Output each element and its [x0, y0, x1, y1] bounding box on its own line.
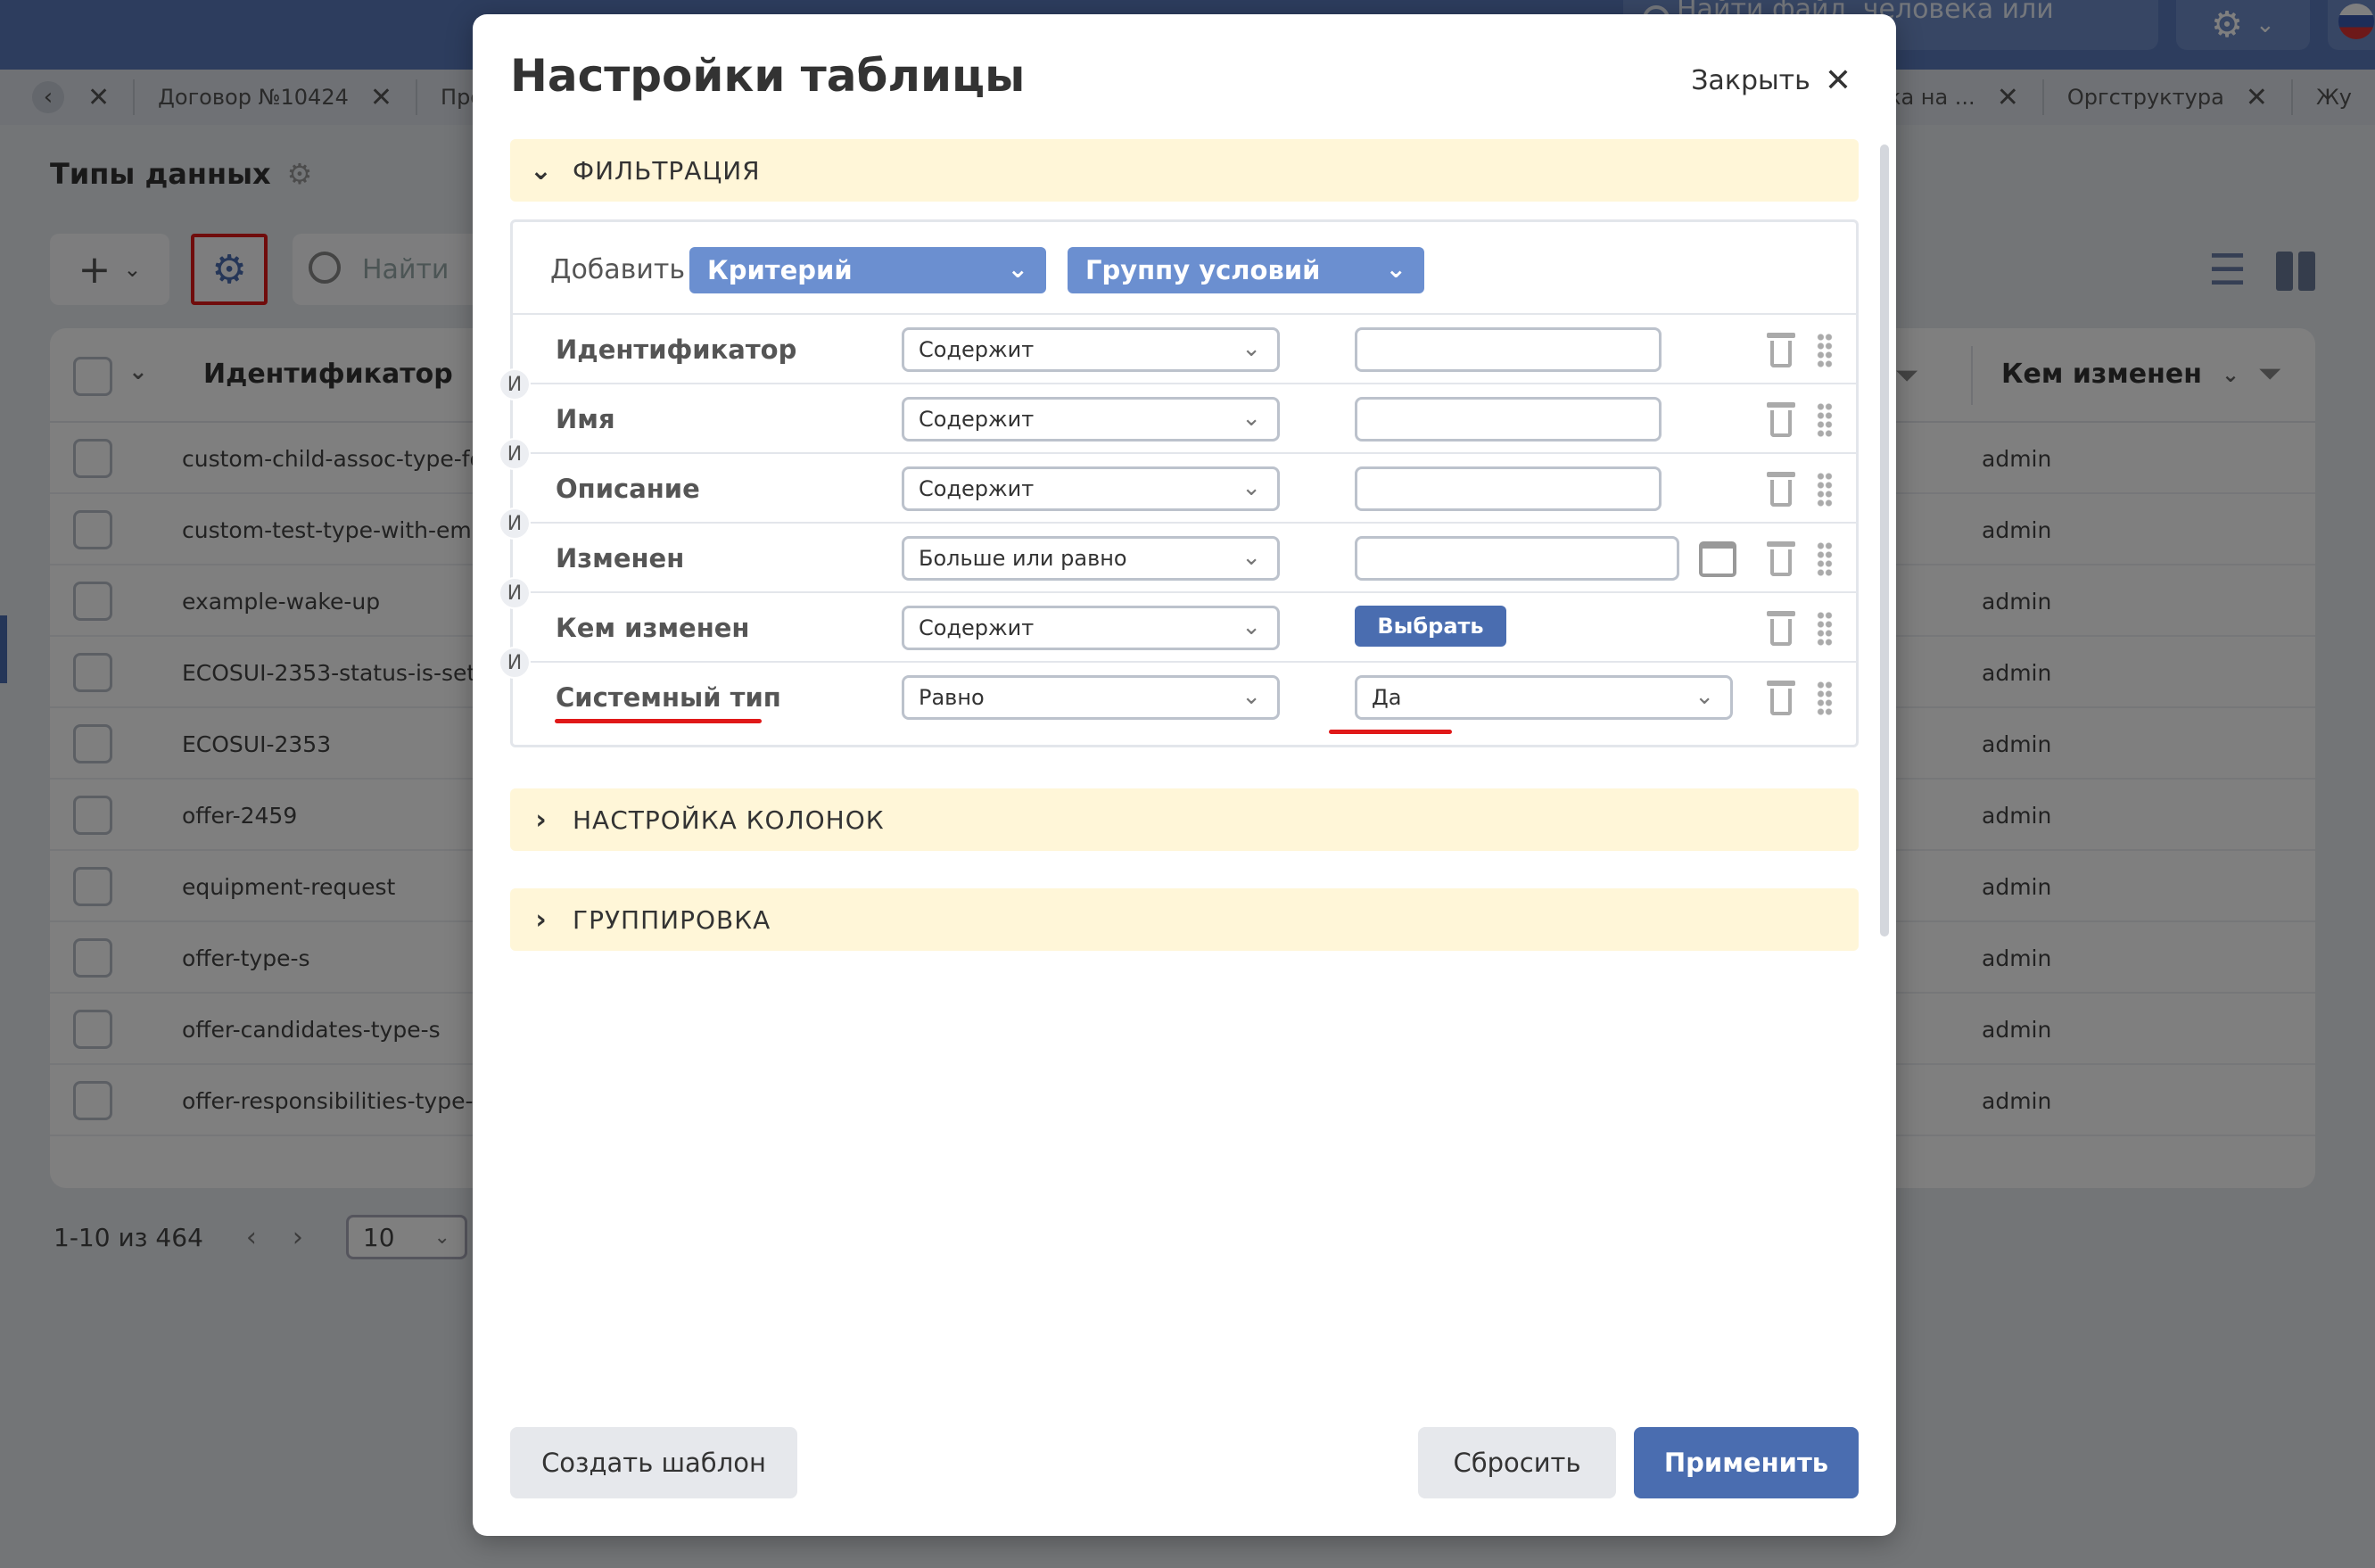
section-grouping[interactable]: › ГРУППИРОВКА [510, 888, 1859, 951]
and-operator-toggle[interactable]: И [499, 647, 531, 679]
criterion-name: Изменен [556, 543, 685, 574]
criterion-value-input[interactable] [1355, 397, 1662, 442]
criterion-condition-select[interactable]: Равно ⌄ [902, 675, 1280, 720]
criterion-name: Кем изменен [556, 613, 750, 643]
trash-icon[interactable] [1767, 402, 1795, 438]
criterion-condition-value: Содержит [919, 476, 1035, 501]
criterion-row: Имя Содержит ⌄ И [499, 368, 1856, 454]
add-label: Добавить [550, 254, 686, 285]
filter-builder: Добавить Критерий ⌄ Группу условий ⌄ Иде… [499, 219, 1859, 747]
table-settings-modal: Настройки таблицы Закрыть ✕ ⌄ ФИЛЬТРАЦИЯ… [473, 14, 1896, 1536]
criterion-row: Изменен Больше или равно ⌄ И [499, 508, 1856, 593]
section-filtering[interactable]: ⌄ ФИЛЬТРАЦИЯ [510, 139, 1859, 202]
chevron-down-icon: ⌄ [1695, 683, 1714, 710]
add-filter-row: Добавить Критерий ⌄ Группу условий ⌄ [513, 222, 1856, 315]
drag-handle-icon[interactable] [1817, 333, 1833, 368]
criterion-date-input[interactable] [1355, 536, 1679, 581]
criterion-name: Идентификатор [556, 334, 797, 365]
highlight-underline [1329, 730, 1452, 734]
trash-icon[interactable] [1767, 541, 1795, 577]
criterion-name: Системный тип [556, 682, 781, 713]
create-template-button[interactable]: Создать шаблон [510, 1427, 797, 1498]
criterion-condition-select[interactable]: Содержит ⌄ [902, 397, 1280, 442]
drag-handle-icon[interactable] [1817, 611, 1833, 647]
criterion-value-input[interactable] [1355, 327, 1662, 372]
drag-handle-icon[interactable] [1817, 472, 1833, 508]
chevron-down-icon: ⌄ [1385, 254, 1406, 284]
drag-handle-icon[interactable] [1817, 681, 1833, 716]
highlight-underline [555, 719, 762, 723]
modal-scrollbar[interactable] [1880, 144, 1889, 937]
chevron-down-icon: ⌄ [1241, 544, 1261, 571]
criterion-condition-value: Больше или равно [919, 546, 1127, 571]
criterion-row: Кем изменен Содержит ⌄ Выбрать И [499, 577, 1856, 663]
criterion-row: Идентификатор Содержит ⌄ [513, 315, 1856, 384]
add-group-label: Группу условий [1085, 255, 1321, 285]
section-title: ГРУППИРОВКА [573, 904, 771, 935]
trash-icon[interactable] [1767, 681, 1795, 716]
trash-icon[interactable] [1767, 333, 1795, 368]
choose-user-button[interactable]: Выбрать [1355, 606, 1506, 647]
criterion-condition-select[interactable]: Больше или равно ⌄ [902, 536, 1280, 581]
chevron-right-icon: › [535, 904, 548, 936]
and-operator-toggle[interactable]: И [499, 577, 531, 609]
criterion-condition-value: Содержит [919, 407, 1035, 432]
chevron-down-icon: ⌄ [1241, 683, 1261, 710]
apply-button[interactable]: Применить [1634, 1427, 1859, 1498]
add-group-button[interactable]: Группу условий ⌄ [1068, 247, 1424, 293]
trash-icon[interactable] [1767, 472, 1795, 508]
and-operator-toggle[interactable]: И [499, 368, 531, 400]
criterion-name: Описание [556, 474, 700, 504]
criterion-value: Да [1372, 685, 1402, 710]
drag-handle-icon[interactable] [1817, 402, 1833, 438]
criterion-condition-value: Содержит [919, 337, 1035, 362]
criterion-name: Имя [556, 404, 615, 434]
chevron-down-icon: ⌄ [1241, 335, 1261, 362]
criterion-condition-select[interactable]: Содержит ⌄ [902, 466, 1280, 511]
trash-icon[interactable] [1767, 611, 1795, 647]
chevron-down-icon: ⌄ [1241, 405, 1261, 432]
close-button[interactable]: Закрыть ✕ [1691, 62, 1851, 99]
section-title: НАСТРОЙКА КОЛОНОК [573, 805, 885, 835]
section-title: ФИЛЬТРАЦИЯ [573, 155, 761, 186]
chevron-down-icon: ⌄ [529, 154, 554, 186]
criterion-row: Описание Содержит ⌄ И [499, 438, 1856, 524]
chevron-down-icon: ⌄ [1241, 475, 1261, 501]
criterion-condition-select[interactable]: Содержит ⌄ [902, 327, 1280, 372]
criterion-condition-value: Равно [919, 685, 985, 710]
chevron-down-icon: ⌄ [1007, 254, 1028, 284]
close-icon: ✕ [1824, 62, 1851, 99]
reset-button[interactable]: Сбросить [1418, 1427, 1616, 1498]
criterion-value-select[interactable]: Да ⌄ [1355, 675, 1733, 720]
and-operator-toggle[interactable]: И [499, 438, 531, 470]
add-criterion-button[interactable]: Критерий ⌄ [689, 247, 1046, 293]
drag-handle-icon[interactable] [1817, 541, 1833, 577]
and-operator-toggle[interactable]: И [499, 508, 531, 540]
chevron-right-icon: › [535, 804, 548, 836]
criterion-condition-select[interactable]: Содержит ⌄ [902, 606, 1280, 650]
modal-title: Настройки таблицы [510, 50, 1026, 102]
section-columns[interactable]: › НАСТРОЙКА КОЛОНОК [510, 788, 1859, 851]
criterion-condition-value: Содержит [919, 615, 1035, 640]
add-criterion-label: Критерий [707, 255, 853, 285]
close-label: Закрыть [1691, 65, 1810, 96]
calendar-icon[interactable] [1699, 541, 1736, 577]
chevron-down-icon: ⌄ [1241, 614, 1261, 640]
criterion-value-input[interactable] [1355, 466, 1662, 511]
